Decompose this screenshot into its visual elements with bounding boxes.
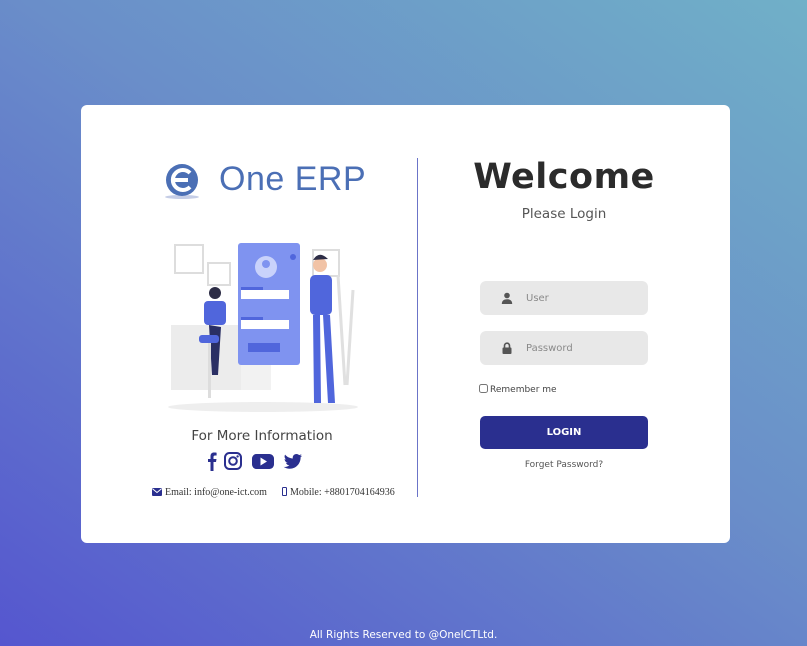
user-input[interactable] (526, 281, 641, 315)
forget-password-link[interactable]: Forget Password? (480, 460, 648, 470)
vertical-divider (417, 158, 418, 497)
logo-mark-icon (165, 164, 199, 199)
mobile-icon (281, 487, 287, 499)
contact-info: Email: info@one-ict.com Mobile: +8801704… (152, 487, 395, 499)
remember-label: Remember me (490, 385, 557, 395)
youtube-icon[interactable] (251, 450, 275, 472)
please-login-text: Please Login (521, 206, 607, 222)
twitter-icon[interactable] (283, 450, 303, 472)
contact-mobile: Mobile: +8801704164936 (289, 487, 395, 498)
instagram-icon[interactable] (223, 450, 243, 472)
contact-email: Email: info@one-ict.com (165, 487, 267, 498)
login-illustration (168, 243, 358, 412)
remember-me[interactable]: Remember me (479, 384, 557, 395)
brand-name: One ERP (219, 160, 367, 198)
welcome-heading: Welcome (473, 157, 655, 197)
password-input[interactable] (526, 331, 641, 365)
envelope-icon (152, 488, 162, 499)
user-field[interactable] (480, 281, 648, 315)
user-icon (501, 292, 513, 304)
remember-checkbox[interactable] (479, 384, 488, 393)
social-links (207, 450, 317, 472)
footer-text: All Rights Reserved to @OneICTLtd. (309, 629, 498, 641)
facebook-icon[interactable] (207, 450, 217, 472)
login-card: One ERP For More Information Email: info… (81, 105, 730, 543)
login-button[interactable]: LOGIN (480, 416, 648, 449)
info-title: For More Information (191, 428, 333, 444)
lock-icon (502, 342, 512, 354)
password-field[interactable] (480, 331, 648, 365)
brand-logo: One ERP (163, 160, 373, 206)
